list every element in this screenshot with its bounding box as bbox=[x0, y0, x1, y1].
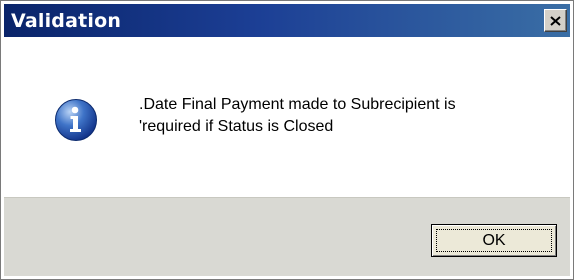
close-icon bbox=[550, 15, 561, 26]
focus-rectangle bbox=[436, 229, 552, 252]
button-bar: OK bbox=[4, 197, 570, 276]
title-bar[interactable]: Validation bbox=[4, 4, 570, 37]
ok-button[interactable]: OK bbox=[431, 224, 557, 257]
message-line-2: 'required if Status is Closed bbox=[139, 118, 334, 135]
message-line-1: .Date Final Payment made to Subrecipient… bbox=[139, 96, 456, 113]
message-text: .Date Final Payment made to Subrecipient… bbox=[139, 94, 456, 138]
validation-dialog: Validation .Date Final Payment made to S… bbox=[0, 0, 574, 280]
close-button[interactable] bbox=[544, 9, 567, 32]
message-area: .Date Final Payment made to Subrecipient… bbox=[4, 37, 570, 197]
dialog-title: Validation bbox=[11, 10, 122, 32]
info-icon bbox=[55, 99, 97, 141]
